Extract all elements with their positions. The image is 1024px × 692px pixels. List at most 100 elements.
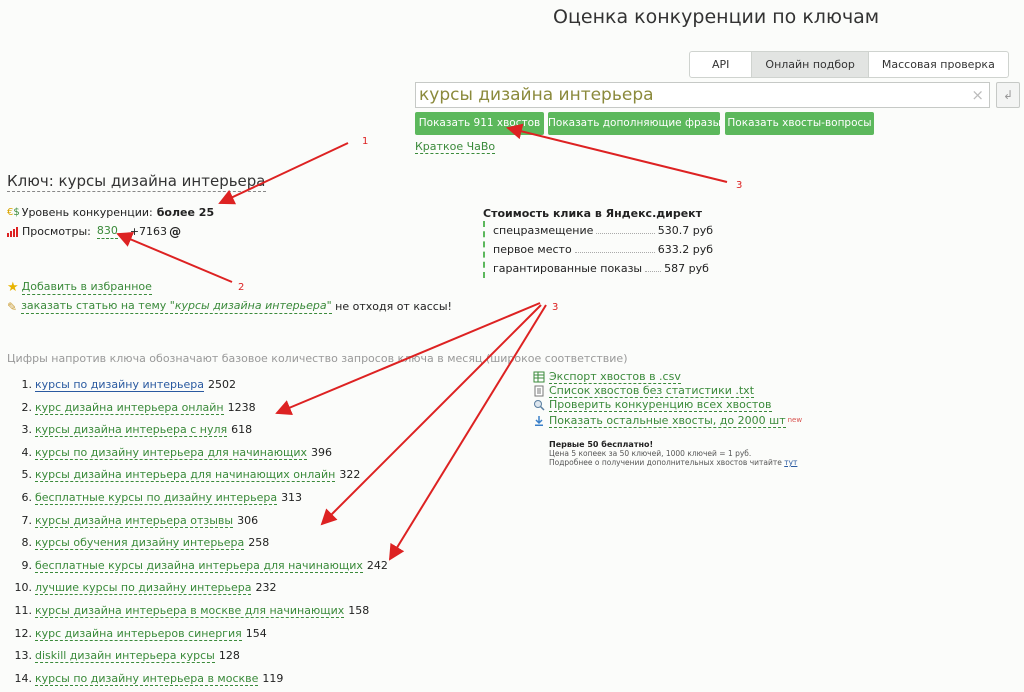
tail-link[interactable]: лучшие курсы по дизайну интерьера — [35, 581, 252, 596]
list-item-number: 11. — [14, 604, 33, 617]
show-rest-tails-link[interactable]: Показать остальные хвосты, до 2000 шт — [549, 414, 786, 428]
arrow-3-b — [320, 304, 542, 526]
clear-icon[interactable]: × — [971, 86, 984, 104]
list-item: 1. курсы по дизайну интерьера 2502 — [14, 378, 236, 392]
export-csv-item: Экспорт хвостов в .csv — [533, 370, 833, 384]
star-icon: ★ — [7, 279, 19, 295]
tab-mass-check[interactable]: Массовая проверка — [867, 52, 1008, 77]
arrow-3-top — [506, 123, 728, 183]
show-rest-item: Показать остальные хвосты, до 2000 шт ne… — [533, 412, 833, 429]
list-item-number: 9. — [21, 558, 33, 572]
price-value: 633.2 руб — [657, 243, 713, 256]
list-item-number: 7. — [21, 513, 33, 527]
list-txt-item: Список хвостов без статистики .txt — [533, 384, 833, 398]
list-item-number: 5. — [21, 468, 33, 482]
tail-count: 258 — [248, 536, 270, 550]
price-row: гарантированные показы 587 руб — [493, 259, 713, 278]
tail-link[interactable]: курсы обучения дизайну интерьера — [35, 536, 245, 551]
show-extra-phrases-button[interactable]: Показать дополняющие фразы — [548, 112, 721, 135]
bar-chart-icon — [7, 226, 18, 237]
list-item-number: 6. — [21, 491, 33, 504]
details-link[interactable]: тут — [784, 458, 797, 467]
list-item: 9. бесплатные курсы дизайна интерьера для… — [14, 559, 388, 573]
arrow-3-c — [388, 304, 547, 561]
spiral-icon[interactable]: @ — [169, 225, 181, 239]
annotation-label-2: 2 — [238, 282, 245, 293]
document-icon — [534, 385, 544, 397]
list-item: 4. курсы по дизайну интерьера для начинаю… — [14, 446, 332, 460]
price-label: гарантированные показы — [493, 262, 643, 275]
tail-count: 313 — [281, 491, 303, 504]
list-txt-link[interactable]: Список хвостов без статистики .txt — [549, 384, 755, 398]
search-input[interactable] — [416, 83, 961, 107]
price-table: спецразмещение 530.7 руб первое место 63… — [483, 221, 713, 278]
tail-link[interactable]: курсы дизайна интерьера в москве для нач… — [35, 604, 345, 618]
price-label: первое место — [493, 243, 572, 256]
tail-count: 1238 — [227, 400, 256, 414]
money-icon: €$ — [7, 207, 20, 218]
list-item: 11. курсы дизайна интерьера в москве для … — [14, 604, 369, 618]
tail-count: 242 — [366, 558, 388, 572]
tail-link[interactable]: курсы дизайна интерьера для начинающих о… — [35, 468, 336, 483]
tail-link[interactable]: курс дизайна интерьера онлайн — [35, 401, 224, 415]
check-all-tails-link[interactable]: Проверить конкуренцию всех хвостов — [549, 398, 772, 412]
show-tails-button[interactable]: Показать 911 хвостов — [415, 112, 544, 135]
tail-link[interactable]: курсы дизайна интерьера с нуля — [35, 423, 228, 438]
tab-online[interactable]: Онлайн подбор — [751, 52, 868, 77]
price-value: 530.7 руб — [657, 224, 713, 237]
list-item-number: 14. — [14, 671, 33, 685]
fine-line1: Цена 5 копеек за 50 ключей, 1000 ключей … — [549, 449, 752, 458]
arrow-2 — [116, 232, 233, 283]
order-article-link[interactable]: заказать статью на тему "курсы дизайна и… — [21, 299, 332, 314]
views-row: Просмотры: 830 +7163 @ — [7, 224, 181, 239]
tab-api[interactable]: API — [690, 52, 751, 77]
list-item-number: 10. — [14, 581, 33, 595]
order-tail: не отходя от кассы! — [331, 299, 452, 313]
tail-link[interactable]: бесплатные курсы по дизайну интерьера — [35, 491, 278, 505]
magnifier-icon — [534, 400, 545, 411]
price-row: первое место 633.2 руб — [493, 240, 713, 259]
list-item-number: 4. — [21, 445, 33, 459]
list-item: 8. курсы обучения дизайну интерьера 258 — [14, 536, 270, 551]
list-item-number: 8. — [21, 536, 33, 550]
export-csv-link[interactable]: Экспорт хвостов в .csv — [549, 370, 681, 384]
key-title: Ключ: курсы дизайна интерьера — [7, 172, 266, 192]
order-article-row: ✎ заказать статью на тему "курсы дизайна… — [7, 299, 452, 314]
favorite-row: ★ Добавить в избранное — [7, 280, 152, 295]
views-value-link[interactable]: 830 — [96, 224, 118, 239]
list-item-number: 2. — [21, 400, 33, 414]
faq-link[interactable]: Краткое ЧаВо — [415, 140, 496, 154]
tail-link[interactable]: курсы по дизайну интерьера — [35, 378, 204, 392]
tail-count: 322 — [339, 468, 361, 482]
tail-link[interactable]: курсы дизайна интерьера отзывы — [35, 514, 234, 528]
fine-title: Первые 50 бесплатно! — [549, 440, 654, 449]
tail-link[interactable]: курсы по дизайну интерьера для начинающи… — [35, 446, 307, 460]
list-item-number: 1. — [21, 378, 33, 391]
tail-count: 618 — [231, 423, 253, 437]
list-item: 3. курсы дизайна интерьера с нуля 618 — [14, 423, 253, 438]
pricing-note: Первые 50 бесплатно! Цена 5 копеек за 50… — [549, 440, 797, 467]
frequency-note: Цифры напротив ключа обозначают базовое … — [7, 352, 628, 365]
annotation-label-3: 3 — [736, 180, 743, 191]
order-topic: курсы дизайна интерьера — [174, 299, 327, 312]
tail-count: 232 — [255, 581, 277, 595]
annotation-label-1: 1 — [362, 136, 369, 147]
tail-link[interactable]: diskill дизайн интерьера курсы — [35, 649, 215, 664]
mode-tabs: API Онлайн подбор Массовая проверка — [689, 51, 1009, 78]
spreadsheet-icon — [533, 371, 545, 383]
submit-button[interactable]: ↲ — [996, 82, 1020, 108]
price-label: спецразмещение — [493, 224, 594, 237]
tail-count: 306 — [237, 513, 259, 527]
list-item: 12. курс дизайна интерьеров синергия 154 — [14, 627, 267, 641]
tails-actions: Экспорт хвостов в .csv Список хвостов бе… — [533, 370, 833, 429]
list-item: 5. курсы дизайна интерьера для начинающих… — [14, 468, 361, 483]
tail-link[interactable]: бесплатные курсы дизайна интерьера для н… — [35, 559, 363, 573]
list-item-number: 12. — [14, 626, 33, 640]
price-value: 587 руб — [664, 262, 709, 275]
tail-link[interactable]: курсы по дизайну интерьера в москве — [35, 672, 259, 686]
add-favorite-link[interactable]: Добавить в избранное — [21, 280, 152, 295]
show-question-tails-button[interactable]: Показать хвосты-вопросы — [725, 112, 874, 135]
list-item-number: 13. — [14, 649, 33, 663]
list-item: 7. курсы дизайна интерьера отзывы 306 — [14, 514, 258, 528]
tail-link[interactable]: курс дизайна интерьеров синергия — [35, 627, 242, 641]
